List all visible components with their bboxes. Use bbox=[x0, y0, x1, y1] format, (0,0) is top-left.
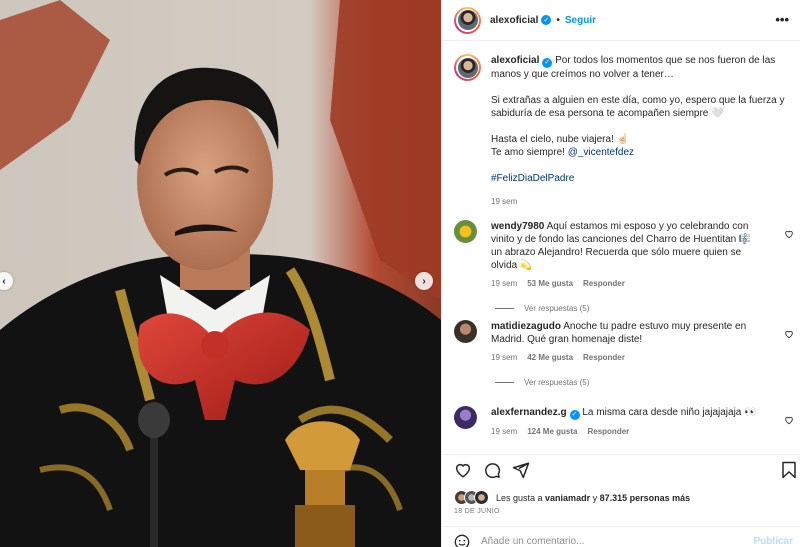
commenter-username[interactable]: wendy7980 bbox=[491, 221, 544, 232]
publish-button[interactable]: Publicar bbox=[754, 536, 793, 547]
commenter-avatar[interactable] bbox=[454, 220, 477, 243]
post-header: alexoficial ✓ • Seguir ••• bbox=[442, 0, 800, 41]
commenter-username[interactable]: alexfernandez.g bbox=[491, 407, 567, 418]
comment-item: wendy7980 Aquí estamos mi esposo y yo ce… bbox=[454, 220, 794, 313]
author-avatar[interactable] bbox=[454, 6, 481, 34]
separator-dot: • bbox=[556, 14, 560, 26]
post-actions-bar bbox=[442, 454, 800, 484]
more-options-icon[interactable]: ••• bbox=[775, 12, 789, 27]
author-username[interactable]: alexoficial bbox=[490, 15, 538, 26]
emoji-smiley-icon[interactable] bbox=[454, 534, 470, 547]
commenter-avatar[interactable] bbox=[454, 320, 477, 343]
caption-time: 19 sem bbox=[491, 196, 518, 206]
likes-count[interactable]: 87.315 personas más bbox=[600, 493, 691, 503]
comment-item: alexfernandez.g ✓ La misma cara desde niñ… bbox=[454, 406, 794, 436]
like-comment-heart-icon[interactable] bbox=[784, 329, 794, 339]
reply-button[interactable]: Responder bbox=[583, 353, 625, 362]
view-replies-label: Ver respuestas (5) bbox=[524, 378, 590, 387]
like-heart-icon[interactable] bbox=[454, 461, 472, 479]
liker-avatars bbox=[454, 490, 490, 505]
caption-avatar[interactable] bbox=[454, 54, 481, 81]
like-comment-heart-icon[interactable] bbox=[784, 415, 794, 425]
post-media[interactable]: ‹ › bbox=[0, 0, 441, 547]
caption-username[interactable]: alexoficial bbox=[491, 55, 539, 66]
post-caption: alexoficial ✓ Por todos los momentos que … bbox=[454, 54, 794, 208]
comment-text: La misma cara desde niño jajajajaja 👀 bbox=[579, 407, 757, 418]
comment-likes[interactable]: 124 Me gusta bbox=[527, 427, 577, 436]
post-side-panel: alexoficial ✓ • Seguir ••• alexoficial ✓ … bbox=[441, 0, 800, 547]
share-paper-plane-icon[interactable] bbox=[512, 461, 530, 479]
caption-paragraph: Hasta el cielo, nube viajera! ☝🏻 bbox=[491, 133, 630, 145]
likes-prefix: Les gusta a bbox=[496, 492, 546, 503]
comment-bubble-icon[interactable] bbox=[483, 461, 501, 479]
reply-button[interactable]: Responder bbox=[583, 279, 625, 288]
like-comment-heart-icon[interactable] bbox=[784, 229, 794, 239]
comments-list[interactable]: alexoficial ✓ Por todos los momentos que … bbox=[442, 42, 800, 454]
liker-username[interactable]: vaniamadr bbox=[545, 493, 590, 503]
verified-badge-icon: ✓ bbox=[569, 409, 580, 420]
save-bookmark-icon[interactable] bbox=[780, 461, 798, 479]
likes-summary[interactable]: Les gusta a vaniamadr y 87.315 personas … bbox=[454, 490, 690, 505]
comment-time: 19 sem bbox=[491, 426, 518, 436]
add-comment-bar: Publicar bbox=[442, 526, 800, 547]
comment-input[interactable] bbox=[481, 536, 741, 547]
next-slide-button[interactable]: › bbox=[415, 272, 433, 290]
verified-badge-icon: ✓ bbox=[541, 15, 552, 25]
view-replies-button[interactable]: Ver respuestas (5) bbox=[495, 378, 794, 387]
chevron-left-icon: ‹ bbox=[2, 275, 6, 287]
mention-link[interactable]: @_vicentefdez bbox=[568, 147, 634, 158]
view-replies-button[interactable]: Ver respuestas (5) bbox=[495, 304, 794, 313]
follow-button[interactable]: Seguir bbox=[565, 15, 596, 26]
commenter-username[interactable]: matidiezagudo bbox=[491, 321, 561, 332]
caption-paragraph: Te amo siempre! bbox=[491, 146, 568, 158]
comment-time: 19 sem bbox=[491, 353, 518, 362]
view-replies-label: Ver respuestas (5) bbox=[524, 304, 590, 313]
post-photo bbox=[0, 0, 441, 547]
chevron-right-icon: › bbox=[422, 275, 426, 287]
comment-likes[interactable]: 53 Me gusta bbox=[527, 279, 573, 288]
comment-time: 19 sem bbox=[491, 279, 518, 288]
reply-button[interactable]: Responder bbox=[587, 427, 629, 436]
commenter-avatar[interactable] bbox=[454, 406, 477, 429]
verified-badge-icon: ✓ bbox=[542, 57, 553, 68]
likes-text: Les gusta a vaniamadr y 87.315 personas … bbox=[496, 493, 690, 503]
post-date: 18 DE JUNIO bbox=[454, 508, 500, 515]
comment-likes[interactable]: 42 Me gusta bbox=[527, 353, 573, 362]
comment-item: matidiezagudo Anoche tu padre estuvo muy… bbox=[454, 320, 794, 387]
hashtag-link[interactable]: #FelizDiaDelPadre bbox=[491, 173, 574, 184]
caption-paragraph: Si extrañas a alguien en este día, como … bbox=[491, 94, 785, 119]
likes-conjunction: y bbox=[590, 492, 600, 503]
